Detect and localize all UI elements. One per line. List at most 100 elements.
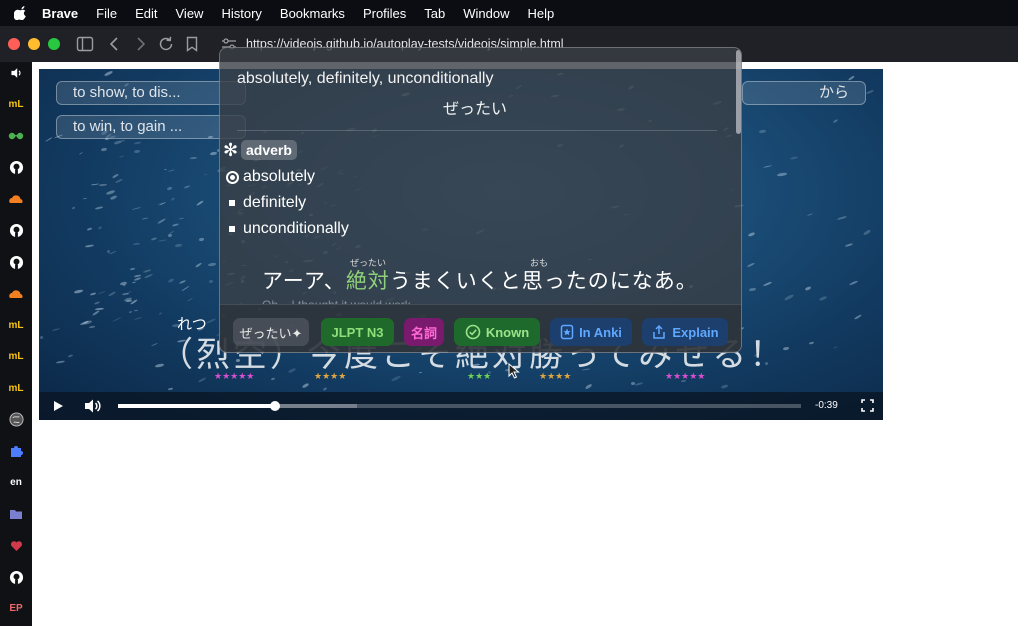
frequency-stars: ★★★★ bbox=[314, 371, 347, 381]
fish-speck bbox=[832, 118, 839, 123]
forward-icon[interactable] bbox=[131, 35, 149, 53]
volume-icon[interactable] bbox=[83, 398, 101, 414]
fish-speck bbox=[630, 381, 636, 386]
extensions-sidebar: mL mL mL mL en EP bbox=[0, 62, 32, 626]
play-icon[interactable] bbox=[51, 399, 65, 413]
subtitle-gloss-text: to win, to gain ... bbox=[73, 118, 183, 135]
definition-text: unconditionally bbox=[243, 220, 349, 237]
dictionary-popup: absolutely, definitely, unconditionally … bbox=[219, 47, 742, 353]
ml-icon[interactable]: mL bbox=[5, 377, 27, 399]
ml-icon[interactable]: mL bbox=[5, 346, 27, 368]
example-highlight: 絶対 bbox=[345, 270, 390, 293]
radio-selected-icon[interactable] bbox=[223, 170, 241, 184]
frequency-stars: ★★★ bbox=[467, 371, 492, 381]
puzzle-icon[interactable] bbox=[5, 440, 27, 462]
speaker-icon[interactable] bbox=[5, 62, 27, 84]
globe-icon[interactable] bbox=[5, 409, 27, 431]
fish-speck bbox=[151, 342, 159, 347]
fish-speck bbox=[109, 194, 118, 200]
menu-edit[interactable]: Edit bbox=[135, 6, 157, 21]
glasses-icon[interactable] bbox=[5, 125, 27, 147]
part-of-speech-row: ✻ adverb bbox=[223, 139, 297, 161]
minimize-window-button[interactable] bbox=[28, 38, 40, 50]
menu-view[interactable]: View bbox=[176, 6, 204, 21]
known-label: Known bbox=[485, 324, 530, 340]
menu-tab[interactable]: Tab bbox=[424, 6, 445, 21]
zoom-window-button[interactable] bbox=[48, 38, 60, 50]
back-icon[interactable] bbox=[106, 35, 124, 53]
ml-icon[interactable]: mL bbox=[5, 314, 27, 336]
reload-icon[interactable] bbox=[157, 35, 175, 53]
subtitle-gloss-chip[interactable]: to win, to gain ... bbox=[56, 115, 246, 139]
fullscreen-icon[interactable] bbox=[861, 399, 874, 412]
fish-speck bbox=[89, 292, 96, 296]
menu-bookmarks[interactable]: Bookmarks bbox=[280, 6, 345, 21]
fish-speck bbox=[865, 89, 874, 95]
en-icon[interactable]: en bbox=[5, 472, 27, 494]
frequency-stars: ★★★★★ bbox=[665, 371, 706, 381]
fish-speck bbox=[105, 189, 116, 195]
github-icon[interactable] bbox=[5, 220, 27, 242]
menu-profiles[interactable]: Profiles bbox=[363, 6, 406, 21]
ml-icon[interactable]: mL bbox=[5, 94, 27, 116]
sidebar-toggle-icon[interactable] bbox=[76, 35, 94, 53]
progress-bar[interactable] bbox=[118, 401, 801, 411]
fish-speck bbox=[100, 147, 108, 152]
fish-speck bbox=[94, 300, 101, 305]
menu-history[interactable]: History bbox=[221, 6, 261, 21]
frequency-stars: ★★★★★ bbox=[214, 371, 255, 381]
fish-speck bbox=[174, 243, 182, 248]
cloudflare-icon[interactable] bbox=[5, 188, 27, 210]
fish-speck bbox=[52, 327, 61, 332]
fish-speck bbox=[181, 285, 190, 292]
explain-button[interactable]: Explain bbox=[642, 318, 728, 346]
fish-speck bbox=[804, 285, 811, 291]
jlpt-level-badge[interactable]: JLPT N3 bbox=[321, 318, 394, 346]
reading-button-label: ぜったい✦ bbox=[239, 325, 303, 341]
progress-scrubber[interactable] bbox=[270, 401, 281, 411]
apple-icon[interactable] bbox=[14, 6, 28, 20]
example-sentence[interactable]: アーア、絶対うまくいくと思ったのになあ。 bbox=[262, 265, 698, 295]
github-icon[interactable] bbox=[5, 157, 27, 179]
fish-speck bbox=[746, 262, 755, 268]
menu-file[interactable]: File bbox=[96, 6, 117, 21]
fish-speck bbox=[195, 261, 203, 268]
fish-speck bbox=[45, 137, 53, 143]
noun-badge[interactable]: 名詞 bbox=[404, 318, 444, 346]
fish-speck bbox=[118, 154, 124, 158]
fish-speck bbox=[128, 310, 133, 313]
github-icon[interactable] bbox=[5, 251, 27, 273]
reading-button[interactable]: ぜったい✦ bbox=[233, 318, 309, 346]
menu-window[interactable]: Window bbox=[463, 6, 509, 21]
menu-brave[interactable]: Brave bbox=[42, 6, 78, 21]
bookmark-icon[interactable] bbox=[183, 35, 201, 53]
bullet-icon bbox=[223, 226, 241, 232]
github-icon[interactable] bbox=[5, 566, 27, 588]
heart-icon[interactable] bbox=[5, 535, 27, 557]
bullet-icon bbox=[223, 200, 241, 206]
fish-speck bbox=[808, 341, 815, 346]
fish-speck bbox=[133, 141, 142, 145]
fish-speck bbox=[179, 217, 185, 221]
subtitle-gloss-chip[interactable]: to show, to dis... bbox=[56, 81, 246, 105]
fish-speck bbox=[79, 152, 83, 156]
fish-speck bbox=[115, 178, 124, 184]
fish-speck bbox=[184, 184, 191, 189]
cloudflare-icon[interactable] bbox=[5, 283, 27, 305]
popup-scrollbar[interactable] bbox=[736, 50, 741, 134]
sidebar-icon-label: mL bbox=[8, 382, 24, 394]
anki-button[interactable]: In Anki bbox=[550, 318, 632, 346]
subtitle-gloss-chip[interactable]: から bbox=[742, 81, 866, 105]
close-window-button[interactable] bbox=[8, 38, 20, 50]
progress-played bbox=[118, 404, 276, 408]
known-button[interactable]: Known bbox=[454, 318, 540, 346]
fish-speck bbox=[179, 279, 187, 285]
ep-icon[interactable]: EP bbox=[5, 598, 27, 620]
fish-speck bbox=[86, 227, 93, 231]
folder-icon[interactable] bbox=[5, 503, 27, 525]
fish-speck bbox=[186, 297, 193, 302]
subtitle-gloss-text: から bbox=[819, 84, 850, 101]
fish-speck bbox=[844, 243, 854, 248]
menu-help[interactable]: Help bbox=[528, 6, 555, 21]
fish-speck bbox=[163, 169, 168, 171]
